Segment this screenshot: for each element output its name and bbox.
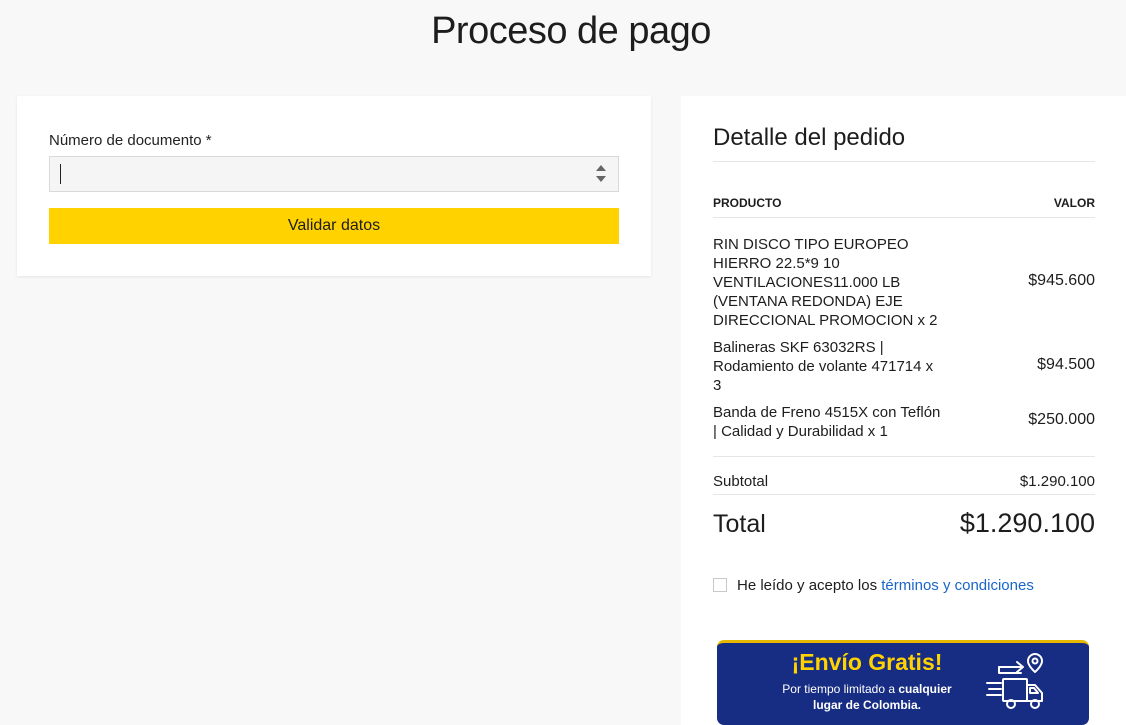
banner-subtitle: Por tiempo limitado a cualquier lugar de… bbox=[765, 681, 969, 713]
stepper-down-icon[interactable] bbox=[596, 176, 606, 182]
order-summary-card: Detalle del pedido PRODUCTO VALOR RIN DI… bbox=[681, 96, 1126, 725]
banner-text-bold: cualquier bbox=[898, 682, 952, 696]
divider bbox=[713, 494, 1095, 495]
order-item-name: Balineras SKF 63032RS | Rodamiento de vo… bbox=[713, 339, 934, 394]
order-item: Banda de Freno 4515X con Teflón | Calida… bbox=[713, 403, 1095, 441]
order-item: Balineras SKF 63032RS | Rodamiento de vo… bbox=[713, 338, 1095, 395]
free-shipping-banner[interactable]: ¡Envío Gratis! Por tiempo limitado a cua… bbox=[717, 640, 1089, 725]
subtotal-value: $1.290.100 bbox=[1019, 473, 1095, 490]
order-item-name: RIN DISCO TIPO EUROPEO HIERRO 22.5*9 10 … bbox=[713, 236, 938, 329]
document-card: Número de documento * Validar datos bbox=[17, 96, 651, 276]
banner-text-bold: lugar de Colombia. bbox=[812, 698, 921, 712]
order-item-price: $250.000 bbox=[1028, 411, 1095, 428]
terms-link[interactable]: términos y condiciones bbox=[881, 577, 1034, 594]
text-cursor bbox=[60, 164, 61, 184]
stepper-up-icon[interactable] bbox=[596, 165, 606, 171]
page-title: Proceso de pago bbox=[431, 10, 711, 52]
terms-label: He leído y acepto los términos y condici… bbox=[737, 577, 1034, 594]
terms-checkbox[interactable] bbox=[713, 578, 727, 592]
divider bbox=[713, 217, 1095, 218]
total-label: Total bbox=[713, 510, 766, 538]
order-detail-title: Detalle del pedido bbox=[713, 124, 906, 151]
number-stepper[interactable] bbox=[596, 165, 606, 183]
total-value: $1.290.100 bbox=[959, 508, 1095, 538]
order-item: RIN DISCO TIPO EUROPEO HIERRO 22.5*9 10 … bbox=[713, 235, 1095, 330]
product-column-header: PRODUCTO bbox=[713, 196, 782, 210]
banner-title: ¡Envío Gratis! bbox=[791, 649, 943, 675]
document-number-field[interactable] bbox=[49, 156, 619, 192]
document-number-label: Número de documento * bbox=[49, 132, 212, 149]
divider bbox=[713, 456, 1095, 457]
value-column-header: VALOR bbox=[1053, 196, 1095, 210]
validate-data-button[interactable]: Validar datos bbox=[49, 208, 619, 244]
terms-text: He leído y acepto los bbox=[737, 577, 882, 594]
order-item-price: $945.600 bbox=[1028, 272, 1095, 289]
delivery-truck-icon bbox=[986, 653, 1043, 709]
subtotal-label: Subtotal bbox=[713, 473, 769, 490]
document-number-input[interactable] bbox=[50, 157, 618, 191]
banner-text: Por tiempo limitado a bbox=[782, 682, 899, 696]
divider bbox=[713, 161, 1095, 162]
order-item-price: $94.500 bbox=[1037, 356, 1095, 373]
order-item-name: Banda de Freno 4515X con Teflón | Calida… bbox=[713, 404, 941, 440]
